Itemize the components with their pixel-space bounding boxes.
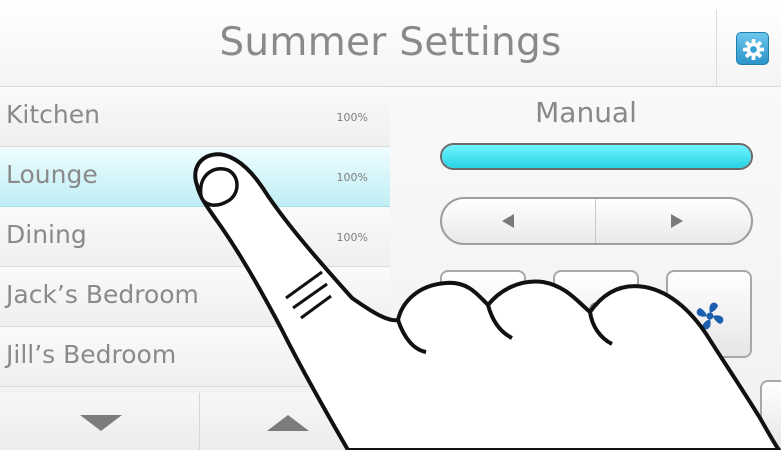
fan-button[interactable]: [666, 270, 752, 358]
gear-icon: [742, 38, 765, 61]
zone-name: Jill’s Bedroom: [6, 340, 177, 369]
zone-row-lounge[interactable]: Lounge 100%: [0, 147, 390, 207]
scroll-down-button[interactable]: [0, 393, 200, 450]
header: Summer Settings: [0, 0, 781, 87]
level-stepper: [440, 197, 753, 245]
triangle-down-icon: [80, 415, 122, 431]
scroll-up-button[interactable]: [201, 393, 390, 450]
zone-list-nav: [0, 393, 390, 450]
level-bar[interactable]: [440, 143, 753, 170]
mode-label: Manual: [535, 96, 637, 129]
zone-level: 100%: [336, 111, 368, 124]
increase-button[interactable]: [597, 199, 751, 243]
fan-icon: [696, 302, 724, 330]
zone-level: 100%: [336, 231, 368, 244]
zone-row-kitchen[interactable]: Kitchen 100%: [0, 87, 390, 147]
zone-row-dining[interactable]: Dining 100%: [0, 207, 390, 267]
touch-screen: Summer Settings Kitchen 100% Lounge 100%: [0, 0, 781, 450]
header-divider: [716, 10, 717, 86]
blind-icon: [482, 302, 496, 324]
zone-name: Jack’s Bedroom: [6, 280, 199, 309]
zone-name: Lounge: [6, 160, 98, 189]
settings-button[interactable]: [736, 32, 769, 65]
zone-row-jills-bedroom[interactable]: Jill’s Bedroom: [0, 327, 390, 387]
zone-name: Dining: [6, 220, 87, 249]
zone-list: Kitchen 100% Lounge 100% Dining 100% Jac…: [0, 87, 390, 393]
page-title: Summer Settings: [219, 20, 562, 65]
triangle-left-icon: [502, 214, 514, 228]
level-fill: [442, 145, 751, 168]
zone-name: Kitchen: [6, 100, 100, 129]
blind-button[interactable]: [440, 270, 526, 358]
zone-level: 100%: [336, 171, 368, 184]
triangle-up-icon: [267, 415, 309, 431]
side-button[interactable]: [760, 380, 781, 450]
decrease-button[interactable]: [442, 199, 596, 243]
light-button[interactable]: [553, 270, 639, 358]
light-icon: [589, 302, 605, 318]
zone-row-jacks-bedroom[interactable]: Jack’s Bedroom: [0, 267, 390, 327]
triangle-right-icon: [671, 214, 683, 228]
